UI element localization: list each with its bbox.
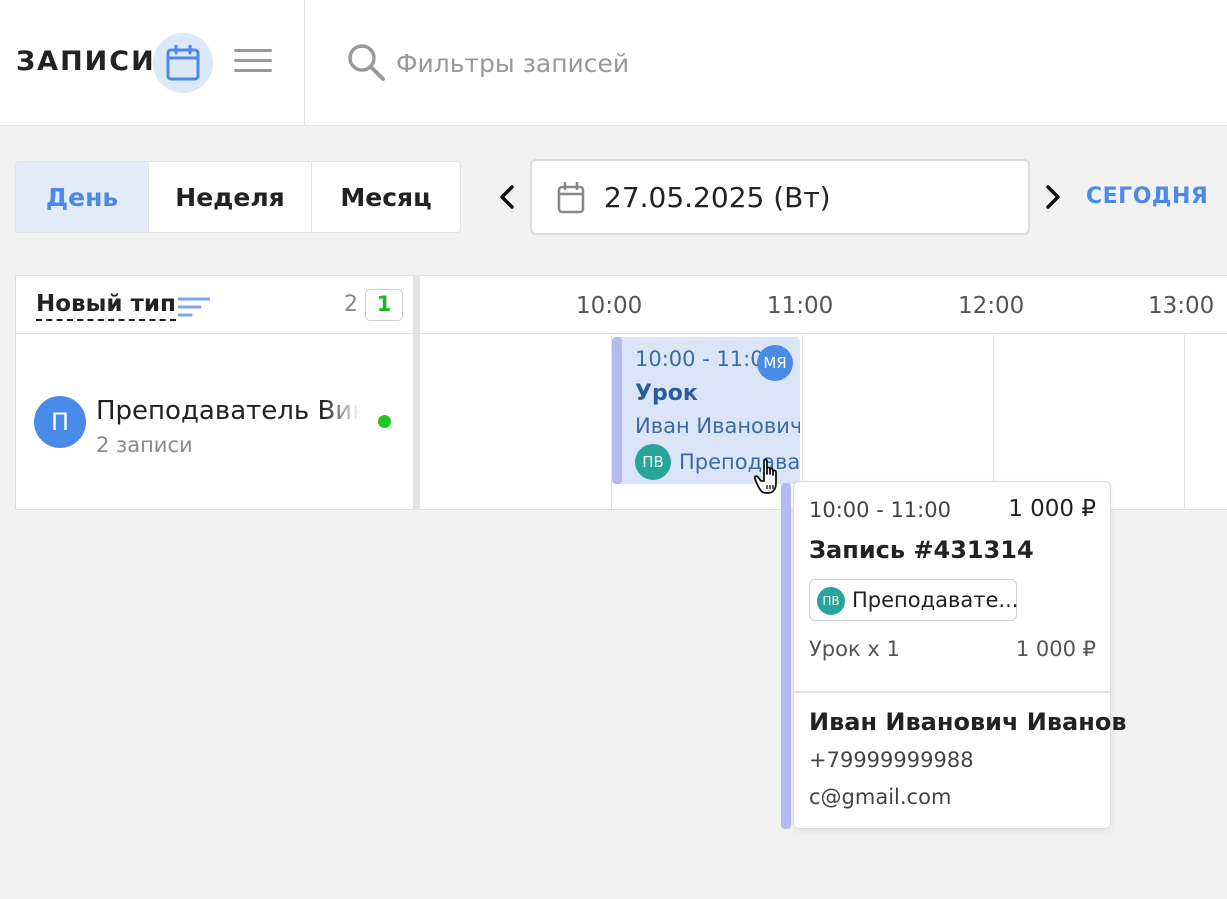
record-type-selector[interactable]: Новый тип <box>36 291 176 322</box>
date-picker[interactable]: 27.05.2025 (Вт) <box>530 159 1030 235</box>
staff-chip-avatar: ПВ <box>817 587 845 615</box>
appointment-time: 10:00 - 11:00 <box>635 347 777 371</box>
appointment-client: Иван Иванович <box>635 414 800 438</box>
header-row-divider <box>15 333 1227 334</box>
calendar-icon <box>166 45 200 81</box>
chevron-right-icon[interactable] <box>1040 182 1066 212</box>
records-count-badge: 1 <box>365 289 403 321</box>
hour-label: 11:00 <box>767 293 834 319</box>
popover-time: 10:00 - 11:00 <box>809 498 951 522</box>
records-count: 2 <box>344 292 358 317</box>
appointment-title: Урок <box>635 381 698 406</box>
staff-chip-label: Преподавате... <box>852 588 1019 612</box>
hour-label: 13:00 <box>1148 293 1215 319</box>
view-switcher: День Неделя Месяц <box>15 161 461 233</box>
calendar-view-button[interactable] <box>153 33 213 93</box>
top-header: ЗАПИСИ <box>0 0 1227 126</box>
appointment-stripe <box>612 337 622 484</box>
service-line: Урок x 1 <box>809 637 900 661</box>
staff-avatar: П <box>34 396 86 448</box>
appointment-staff-avatar: ПВ <box>635 444 671 480</box>
appointment-author-avatar: МЯ <box>757 345 793 381</box>
popover-divider <box>794 691 1110 693</box>
staff-records-count: 2 записи <box>96 433 193 457</box>
sort-lines-icon[interactable] <box>178 296 210 318</box>
tab-week[interactable]: Неделя <box>149 162 312 232</box>
tab-month[interactable]: Месяц <box>312 162 460 232</box>
appointment-popover[interactable]: 10:00 - 11:00 1 000 ₽ Запись #431314 ПВ … <box>793 481 1127 829</box>
popover-title: Запись #431314 <box>809 536 1034 564</box>
hamburger-menu-icon[interactable] <box>234 49 272 77</box>
calendar-small-icon <box>557 182 585 214</box>
date-value: 27.05.2025 (Вт) <box>604 181 831 214</box>
hour-gridline <box>1184 335 1185 510</box>
hour-label: 10:00 <box>576 293 643 319</box>
tab-day[interactable]: День <box>16 162 149 232</box>
staff-name[interactable]: Преподаватель Виктор <box>96 396 360 426</box>
staff-chip[interactable]: ПВ Преподавате... <box>809 579 1019 621</box>
chevron-left-icon[interactable] <box>494 182 520 212</box>
header-divider <box>304 0 305 126</box>
client-email[interactable]: c@gmail.com <box>809 785 951 809</box>
column-splitter[interactable] <box>413 275 420 510</box>
timeline: 10:00 11:00 12:00 13:00 <box>420 275 1227 510</box>
search-icon <box>348 44 385 81</box>
service-price: 1 000 ₽ <box>1015 637 1096 661</box>
hour-label: 12:00 <box>958 293 1025 319</box>
popover-stripe <box>781 483 791 829</box>
search-input[interactable] <box>396 44 996 82</box>
popover-price: 1 000 ₽ <box>1008 496 1096 522</box>
staff-column: Новый тип 2 1 П Преподаватель Виктор 2 з… <box>15 275 415 510</box>
client-phone[interactable]: +79999999988 <box>809 748 974 772</box>
today-button[interactable]: СЕГОДНЯ <box>1086 184 1208 209</box>
client-name: Иван Иванович Иванов <box>809 708 1127 736</box>
online-status-indicator <box>378 415 391 428</box>
page-title: ЗАПИСИ <box>16 46 156 77</box>
